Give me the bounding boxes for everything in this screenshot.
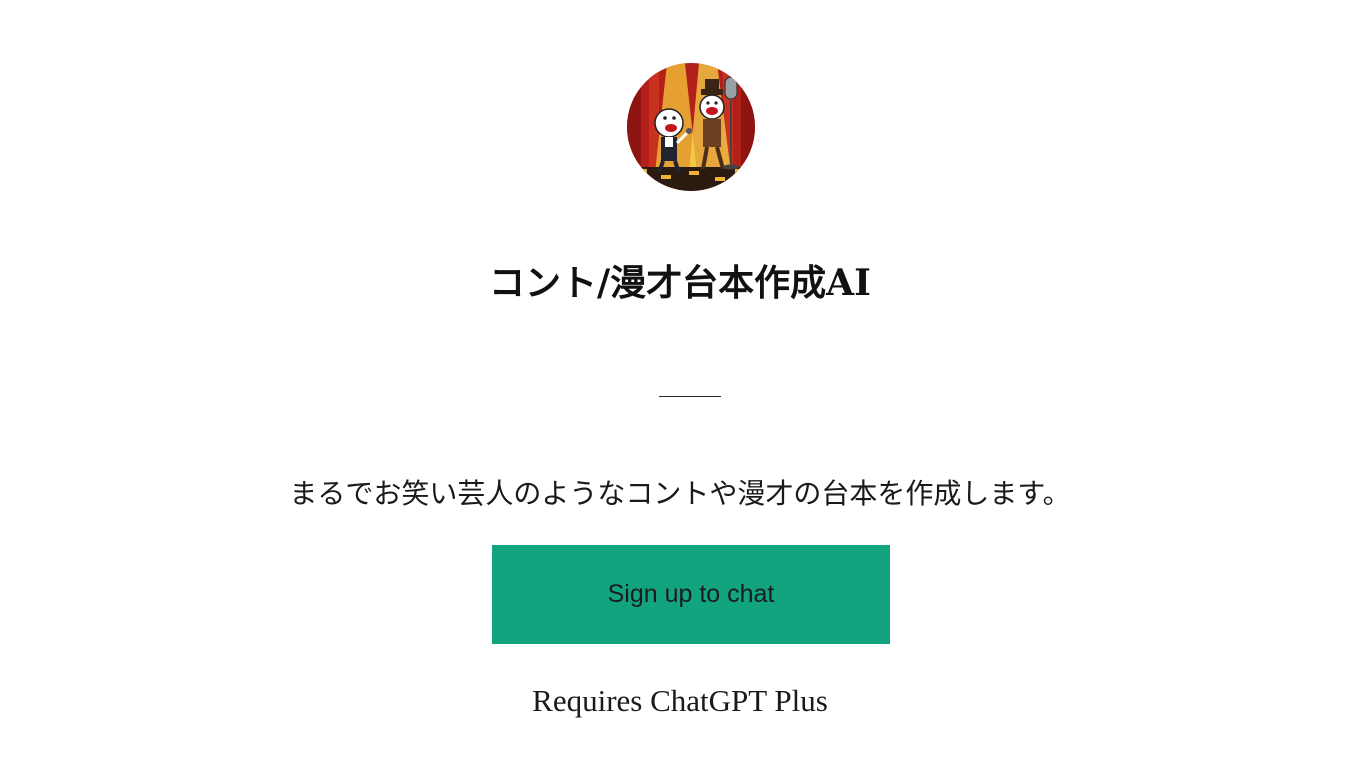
title-divider xyxy=(659,396,721,397)
sign-up-to-chat-button[interactable]: Sign up to chat xyxy=(492,545,890,644)
gpt-landing-page: コント/漫才台本作成AI まるでお笑い芸人のようなコントや漫才の台本を作成します… xyxy=(0,0,1360,764)
requires-plus-note: Requires ChatGPT Plus xyxy=(532,683,828,718)
gpt-description: まるでお笑い芸人のようなコントや漫才の台本を作成します。 xyxy=(289,477,1071,510)
gpt-avatar-image xyxy=(627,63,755,191)
gpt-title: コント/漫才台本作成AI xyxy=(489,262,871,304)
sign-up-button-label: Sign up to chat xyxy=(607,580,775,608)
